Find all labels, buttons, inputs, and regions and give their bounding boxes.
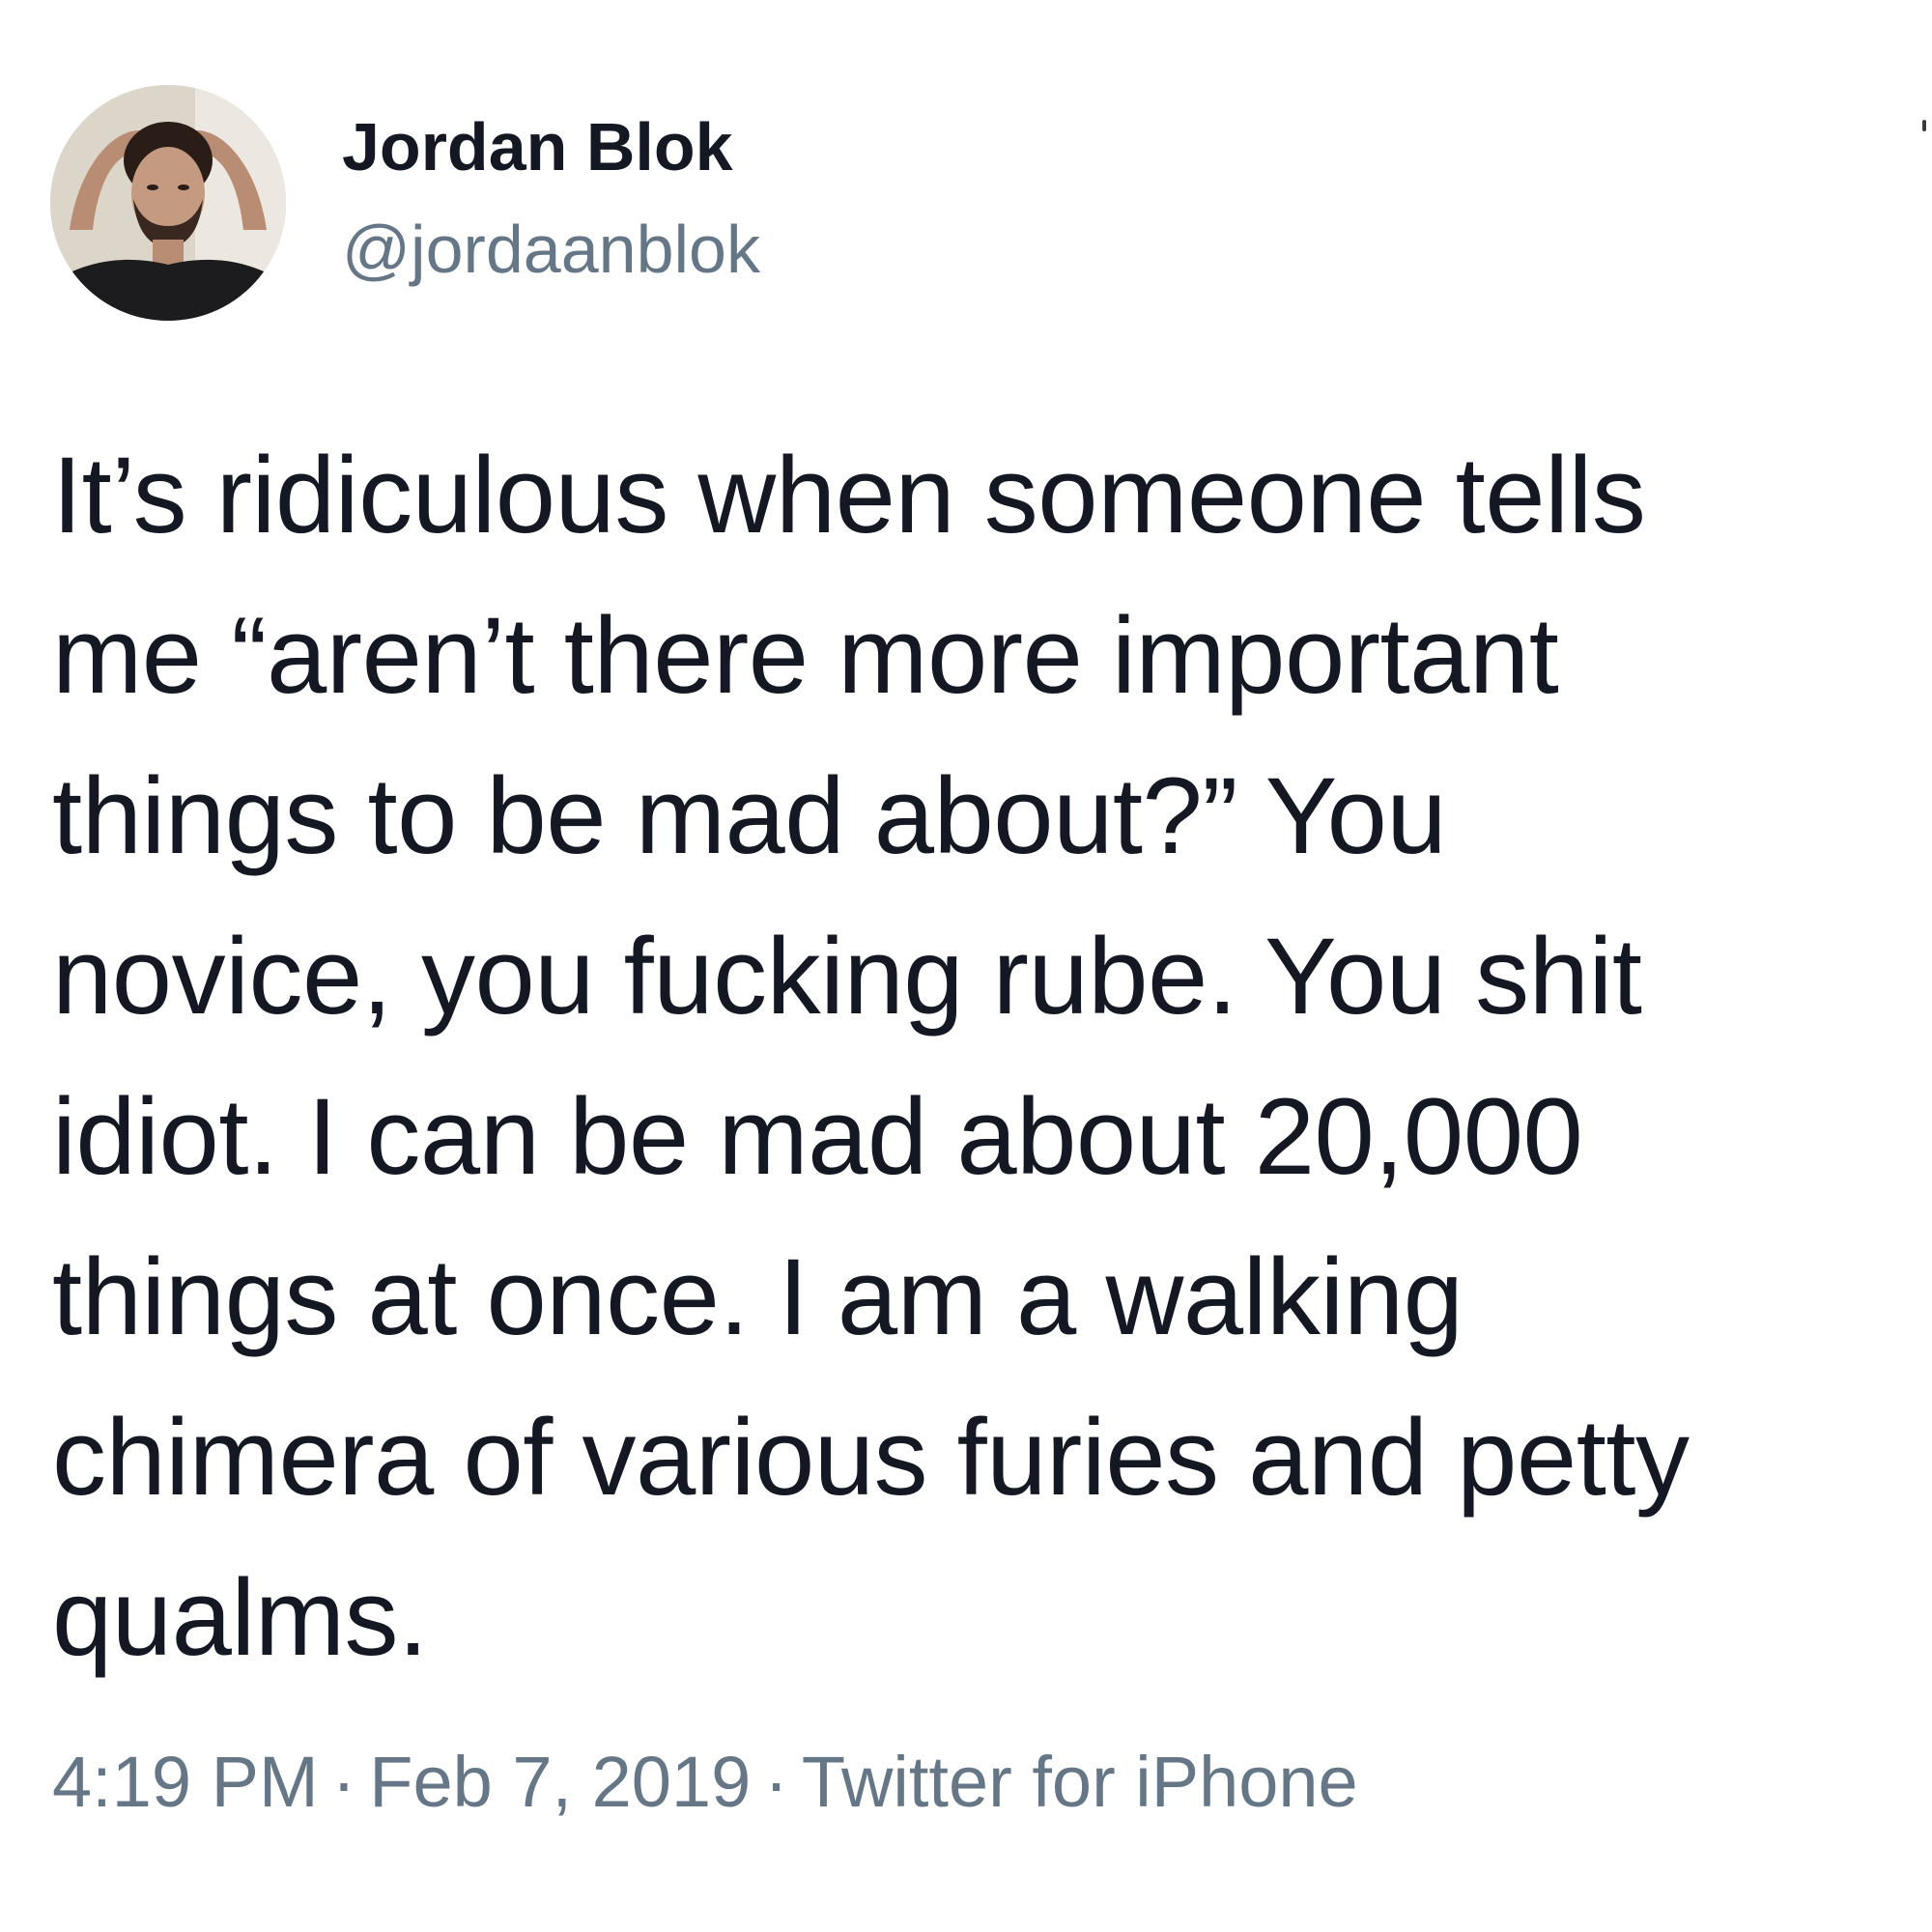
tweet-meta: 4:19 PM · Feb 7, 2019 · Twitter for iPhone	[52, 1739, 1358, 1826]
tweet-text-line: me “aren’t there more important	[52, 595, 1559, 716]
tweet-text-line: novice, you fucking rube. You shit	[52, 916, 1642, 1037]
tweet-card: Jordan Blok @jordaanblok It’s ridiculous…	[0, 0, 1932, 1932]
profile-photo-icon	[50, 85, 286, 321]
tweet-header: Jordan Blok @jordaanblok	[50, 85, 1886, 323]
tweet-text-line: idiot. I can be mad about 20,000	[52, 1076, 1583, 1197]
tweet-text-line: things at once. I am a walking	[52, 1236, 1463, 1357]
author-names: Jordan Blok @jordaanblok	[342, 108, 760, 288]
tweet-source[interactable]: Twitter for iPhone	[802, 1742, 1358, 1822]
avatar[interactable]	[50, 85, 286, 321]
tweet-text-line: It’s ridiculous when someone tells	[52, 435, 1646, 555]
tweet-text-line: things to be mad about?” You	[52, 755, 1447, 876]
author-display-name[interactable]: Jordan Blok	[342, 108, 760, 185]
author-handle[interactable]: @jordaanblok	[342, 211, 760, 288]
meta-separator: ·	[764, 1742, 788, 1822]
tweet-text: It’s ridiculous when someone tells me “a…	[52, 415, 1917, 1698]
meta-separator: ·	[331, 1742, 356, 1822]
chevron-down-icon[interactable]	[1922, 120, 1926, 131]
tweet-time[interactable]: 4:19 PM	[52, 1742, 319, 1822]
tweet-date[interactable]: Feb 7, 2019	[369, 1742, 751, 1822]
tweet-text-line: chimera of various furies and petty	[52, 1397, 1690, 1518]
tweet-text-line: qualms.	[52, 1557, 428, 1678]
